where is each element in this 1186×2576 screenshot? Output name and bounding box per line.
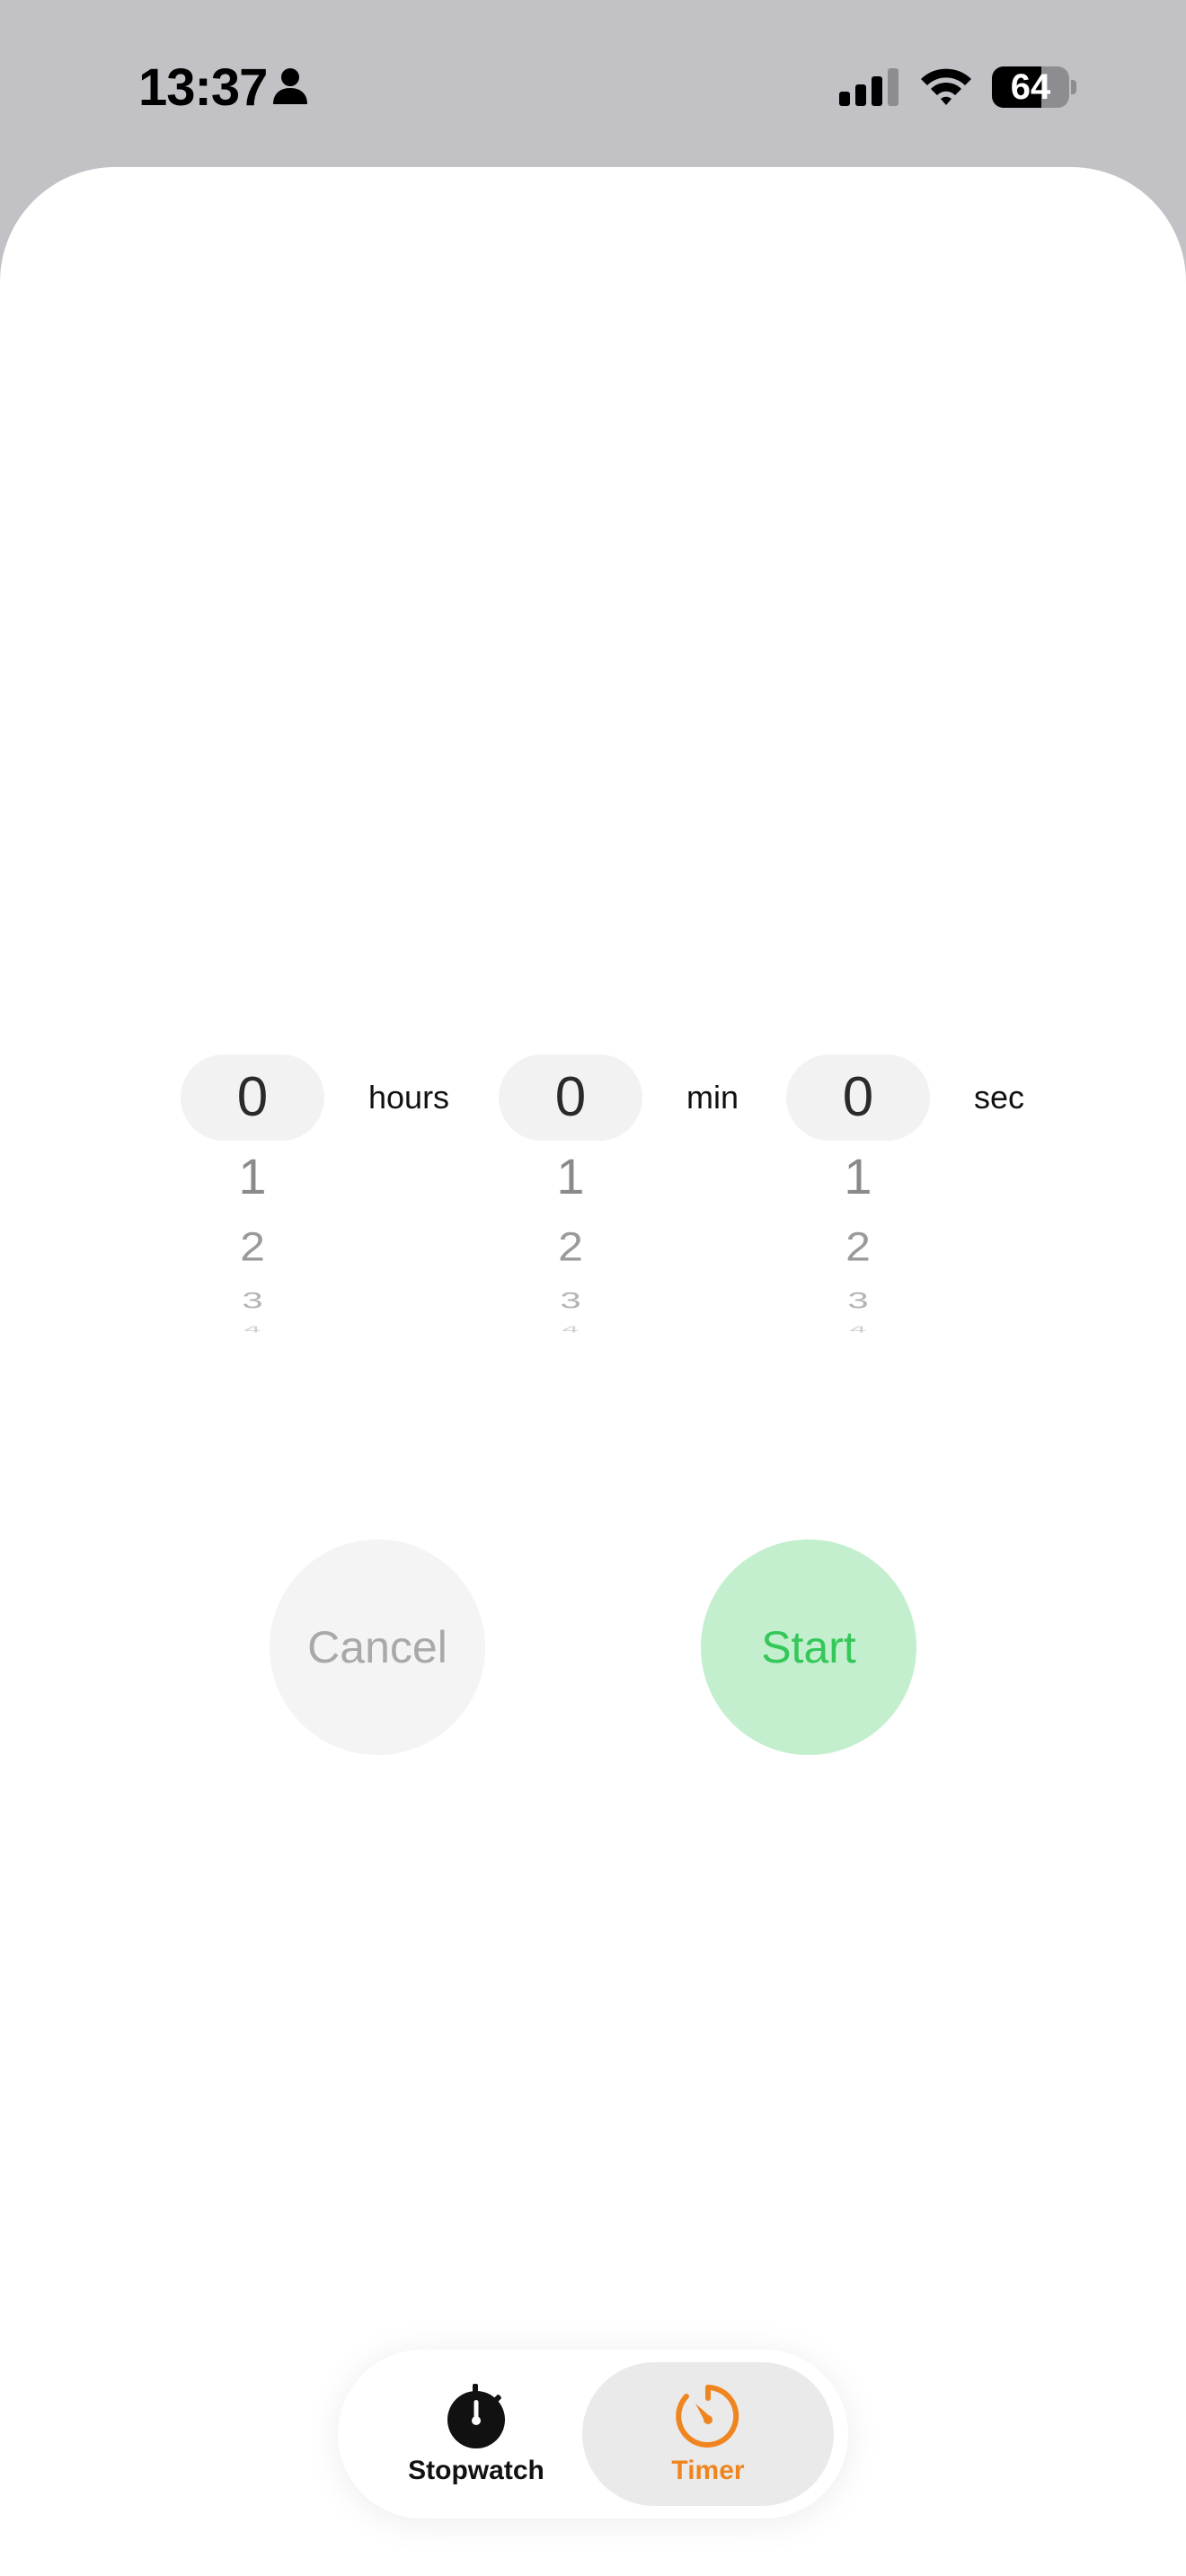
minutes-option[interactable]: 1 <box>499 1141 642 1213</box>
seconds-option[interactable]: 2 <box>786 1216 930 1277</box>
seconds-unit-label: sec <box>974 1079 1025 1116</box>
timer-icon <box>676 2385 739 2448</box>
battery-level: 64 <box>1010 67 1051 107</box>
hours-option[interactable]: 4 <box>181 1327 324 1333</box>
hours-unit-label: hours <box>368 1079 450 1116</box>
cancel-button[interactable]: Cancel <box>270 1539 485 1755</box>
minutes-selected[interactable]: 0 <box>499 1054 642 1141</box>
minutes-unit-label: min <box>686 1079 739 1116</box>
tab-stopwatch[interactable]: Stopwatch <box>350 2362 602 2506</box>
status-time: 13:37 <box>138 58 268 117</box>
hours-selected[interactable]: 0 <box>181 1054 324 1141</box>
tab-timer[interactable]: Timer <box>582 2362 834 2506</box>
minutes-option[interactable]: 2 <box>499 1216 642 1277</box>
tab-timer-label: Timer <box>671 2456 745 2485</box>
hours-option[interactable]: 2 <box>181 1216 324 1277</box>
minutes-option[interactable]: 3 <box>499 1289 642 1312</box>
timer-sheet <box>0 167 1186 2576</box>
seconds-selected[interactable]: 0 <box>786 1054 930 1141</box>
battery-icon: 64 <box>992 66 1078 108</box>
stopwatch-icon <box>447 2384 505 2448</box>
hours-picker[interactable]: 0 1 2 3 4 <box>181 1054 324 1338</box>
cellular-signal-icon <box>839 68 898 106</box>
hours-option[interactable]: 1 <box>181 1141 324 1213</box>
person-icon <box>273 68 307 104</box>
battery-body: 64 <box>992 66 1069 108</box>
seconds-option[interactable]: 4 <box>786 1327 930 1333</box>
hours-option[interactable]: 3 <box>181 1289 324 1312</box>
seconds-option[interactable]: 1 <box>786 1141 930 1213</box>
tab-bar: Stopwatch Timer <box>338 2350 848 2519</box>
tab-stopwatch-label: Stopwatch <box>408 2456 544 2485</box>
minutes-option[interactable]: 4 <box>499 1327 642 1333</box>
seconds-option[interactable]: 3 <box>786 1289 930 1312</box>
seconds-picker[interactable]: 0 1 2 3 4 <box>786 1054 930 1338</box>
battery-nub <box>1071 80 1076 94</box>
wifi-icon <box>921 68 971 105</box>
minutes-picker[interactable]: 0 1 2 3 4 <box>499 1054 642 1338</box>
start-button[interactable]: Start <box>701 1539 916 1755</box>
status-bar: 13:37 64 <box>0 0 1186 167</box>
